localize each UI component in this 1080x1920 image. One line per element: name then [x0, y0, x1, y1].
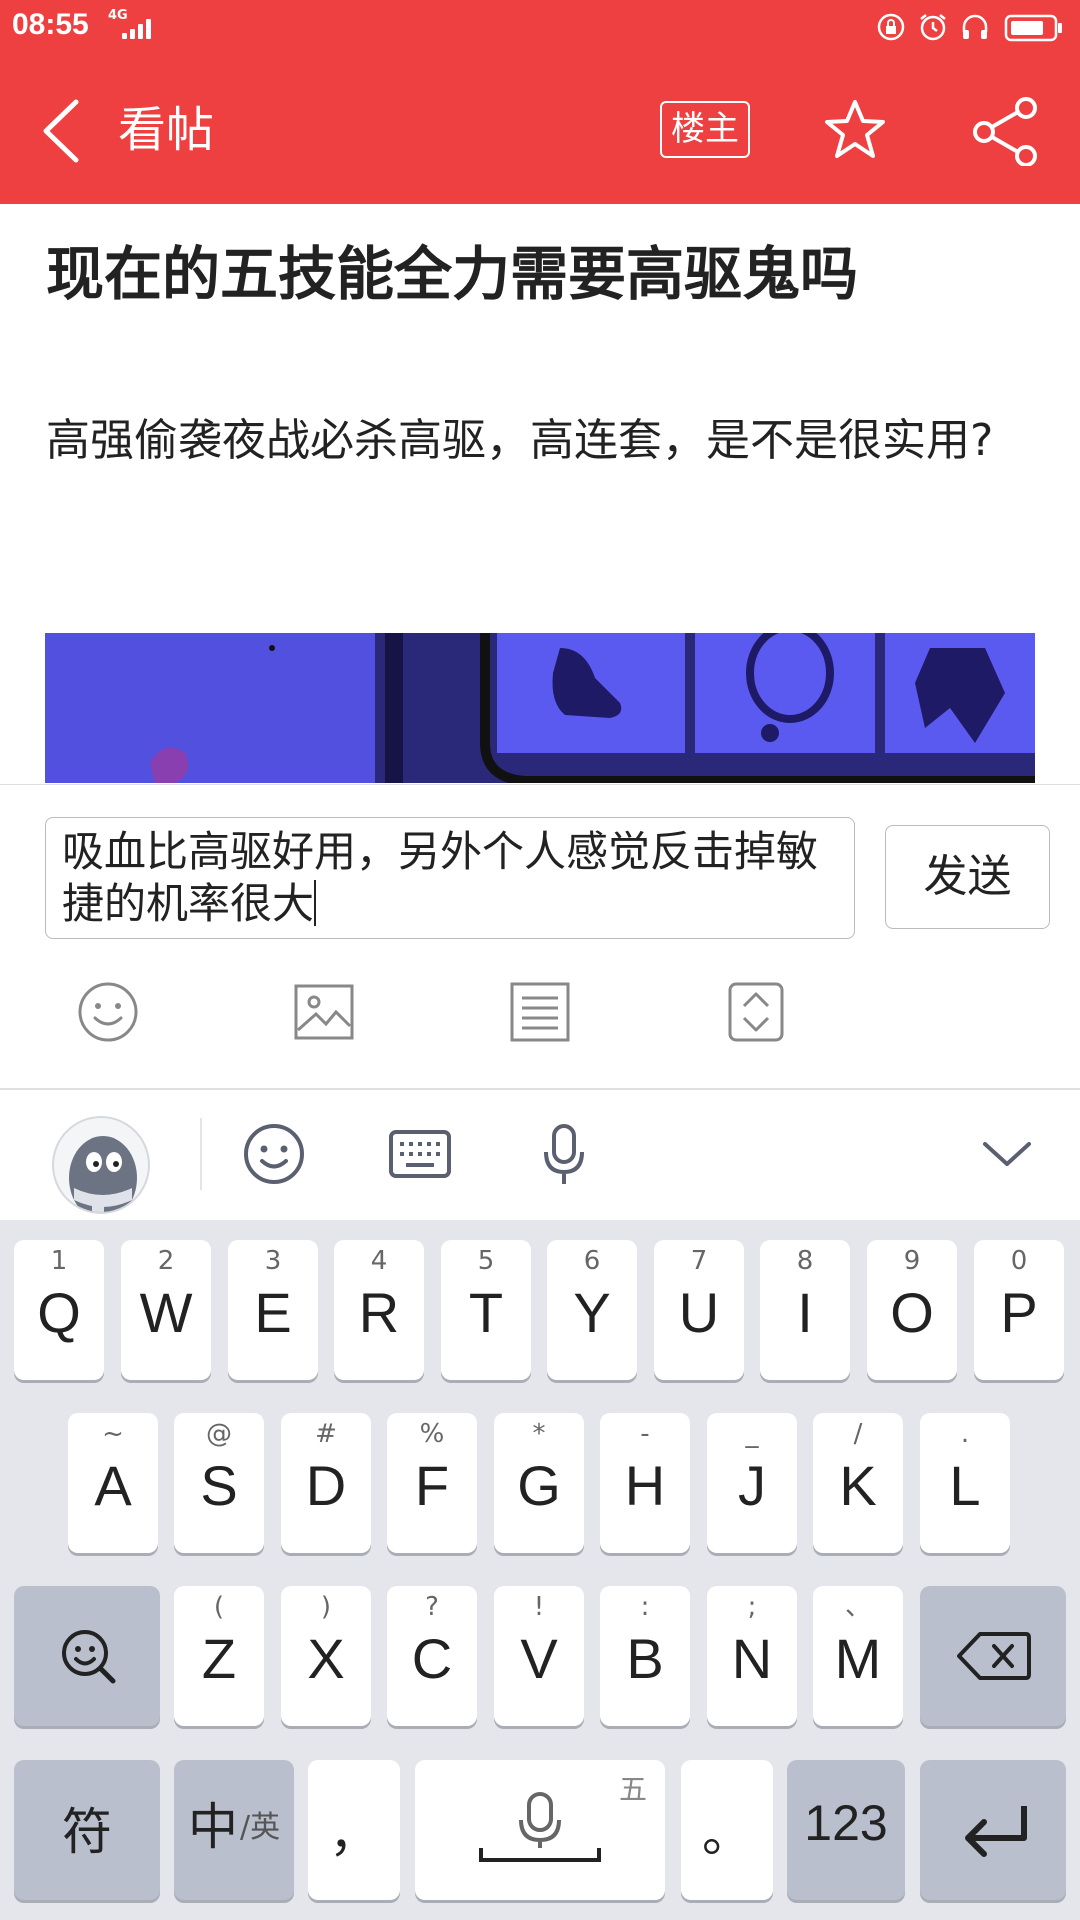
key-d[interactable]: # D: [281, 1413, 371, 1553]
key-m[interactable]: 、 M: [813, 1586, 903, 1726]
key-b[interactable]: :B: [600, 1586, 690, 1726]
op-only-button[interactable]: 楼主: [660, 101, 750, 158]
key-j[interactable]: _ J: [707, 1413, 797, 1553]
key-w[interactable]: 2W: [121, 1240, 211, 1380]
app-header: 看帖 楼主: [0, 56, 1080, 204]
key-n[interactable]: ; N: [707, 1586, 797, 1726]
key-f[interactable]: % F: [387, 1413, 477, 1553]
share-icon[interactable]: [970, 96, 1040, 166]
language-toggle-key[interactable]: 中 /英: [174, 1760, 294, 1900]
key-i[interactable]: 8I: [760, 1240, 850, 1380]
headphones-icon: [962, 14, 988, 39]
key-q[interactable]: 1Q: [14, 1240, 104, 1380]
key-r[interactable]: 4R: [334, 1240, 424, 1380]
key-a[interactable]: ~ A: [68, 1413, 158, 1553]
text-cursor: [314, 880, 317, 926]
lang-main-label: 中: [188, 1798, 238, 1856]
reply-input[interactable]: 吸血比高驱好用，另外个人感觉反击掉敏捷的机率很大: [45, 817, 855, 939]
ime-toolbar: [0, 1090, 1080, 1220]
reply-text: 吸血比高驱好用，另外个人感觉反击掉敏捷的机率很大: [62, 827, 819, 928]
enter-key[interactable]: [920, 1760, 1066, 1900]
post-body: 高强偷袭夜战必杀高驱，高连套，是不是很实用?: [46, 415, 994, 466]
penguin-icon: [69, 1136, 137, 1212]
emoji-search-icon: [62, 1630, 116, 1684]
space-key[interactable]: 五: [415, 1760, 665, 1900]
battery-icon: [1004, 14, 1062, 42]
comma-key[interactable]: ，: [308, 1760, 400, 1900]
image-icon[interactable]: [292, 980, 356, 1044]
emoji-key[interactable]: [14, 1586, 160, 1726]
reply-panel: 吸血比高驱好用，另外个人感觉反击掉敏捷的机率很大 发送: [0, 784, 1080, 1089]
key-p[interactable]: 0P: [974, 1240, 1064, 1380]
post-title: 现在的五技能全力需要高驱鬼吗: [46, 240, 859, 308]
key-v[interactable]: ! V: [494, 1586, 584, 1726]
key-e[interactable]: 3E: [228, 1240, 318, 1380]
key-l[interactable]: .L: [920, 1413, 1010, 1553]
space-mic-icon: [479, 1792, 601, 1862]
enter-icon: [965, 1806, 1027, 1857]
ime-separator: [200, 1118, 202, 1190]
list-icon[interactable]: [508, 980, 572, 1044]
post-image[interactable]: [45, 633, 1035, 783]
expand-icon[interactable]: [724, 980, 788, 1044]
send-button[interactable]: 发送: [885, 825, 1050, 929]
key-u[interactable]: 7U: [654, 1240, 744, 1380]
key-y[interactable]: 6Y: [547, 1240, 637, 1380]
page-title: 看帖: [118, 102, 215, 158]
backspace-key[interactable]: [920, 1586, 1066, 1726]
chevron-down-icon[interactable]: [975, 1122, 1039, 1186]
numbers-key[interactable]: 123: [787, 1760, 905, 1900]
ime-avatar[interactable]: [52, 1116, 150, 1214]
alarm-icon: [920, 14, 946, 41]
emoji-icon[interactable]: [76, 980, 140, 1044]
key-k[interactable]: / K: [813, 1413, 903, 1553]
period-key[interactable]: 。: [681, 1760, 773, 1900]
emoji-icon[interactable]: [242, 1122, 306, 1186]
microphone-icon[interactable]: [532, 1122, 596, 1186]
lock-rotation-icon: [877, 13, 905, 41]
key-x[interactable]: ) X: [281, 1586, 371, 1726]
lang-sub-label: /英: [240, 1810, 281, 1845]
key-h[interactable]: -H: [600, 1413, 690, 1553]
key-c[interactable]: ? C: [387, 1586, 477, 1726]
keyboard-icon[interactable]: [388, 1122, 452, 1186]
status-time: 08:55: [12, 8, 89, 41]
star-icon[interactable]: [823, 98, 887, 162]
key-z[interactable]: (Z: [174, 1586, 264, 1726]
symbols-key[interactable]: 符: [14, 1760, 160, 1900]
key-t[interactable]: 5T: [441, 1240, 531, 1380]
space-hint: 五: [618, 1773, 647, 1806]
status-bar: 08:55 4G: [0, 0, 1080, 56]
game-screenshot-image: [45, 633, 1035, 783]
network-type: 4G: [108, 8, 128, 23]
key-g[interactable]: * G: [494, 1413, 584, 1553]
key-s[interactable]: @ S: [174, 1413, 264, 1553]
backspace-icon: [957, 1632, 1031, 1680]
key-o[interactable]: 9O: [867, 1240, 957, 1380]
back-icon[interactable]: [36, 96, 86, 166]
keyboard: 1Q 2W 3E 4R 5T 6Y 7U 8I 9O 0P ~ A @ S # D %…: [0, 1220, 1080, 1920]
